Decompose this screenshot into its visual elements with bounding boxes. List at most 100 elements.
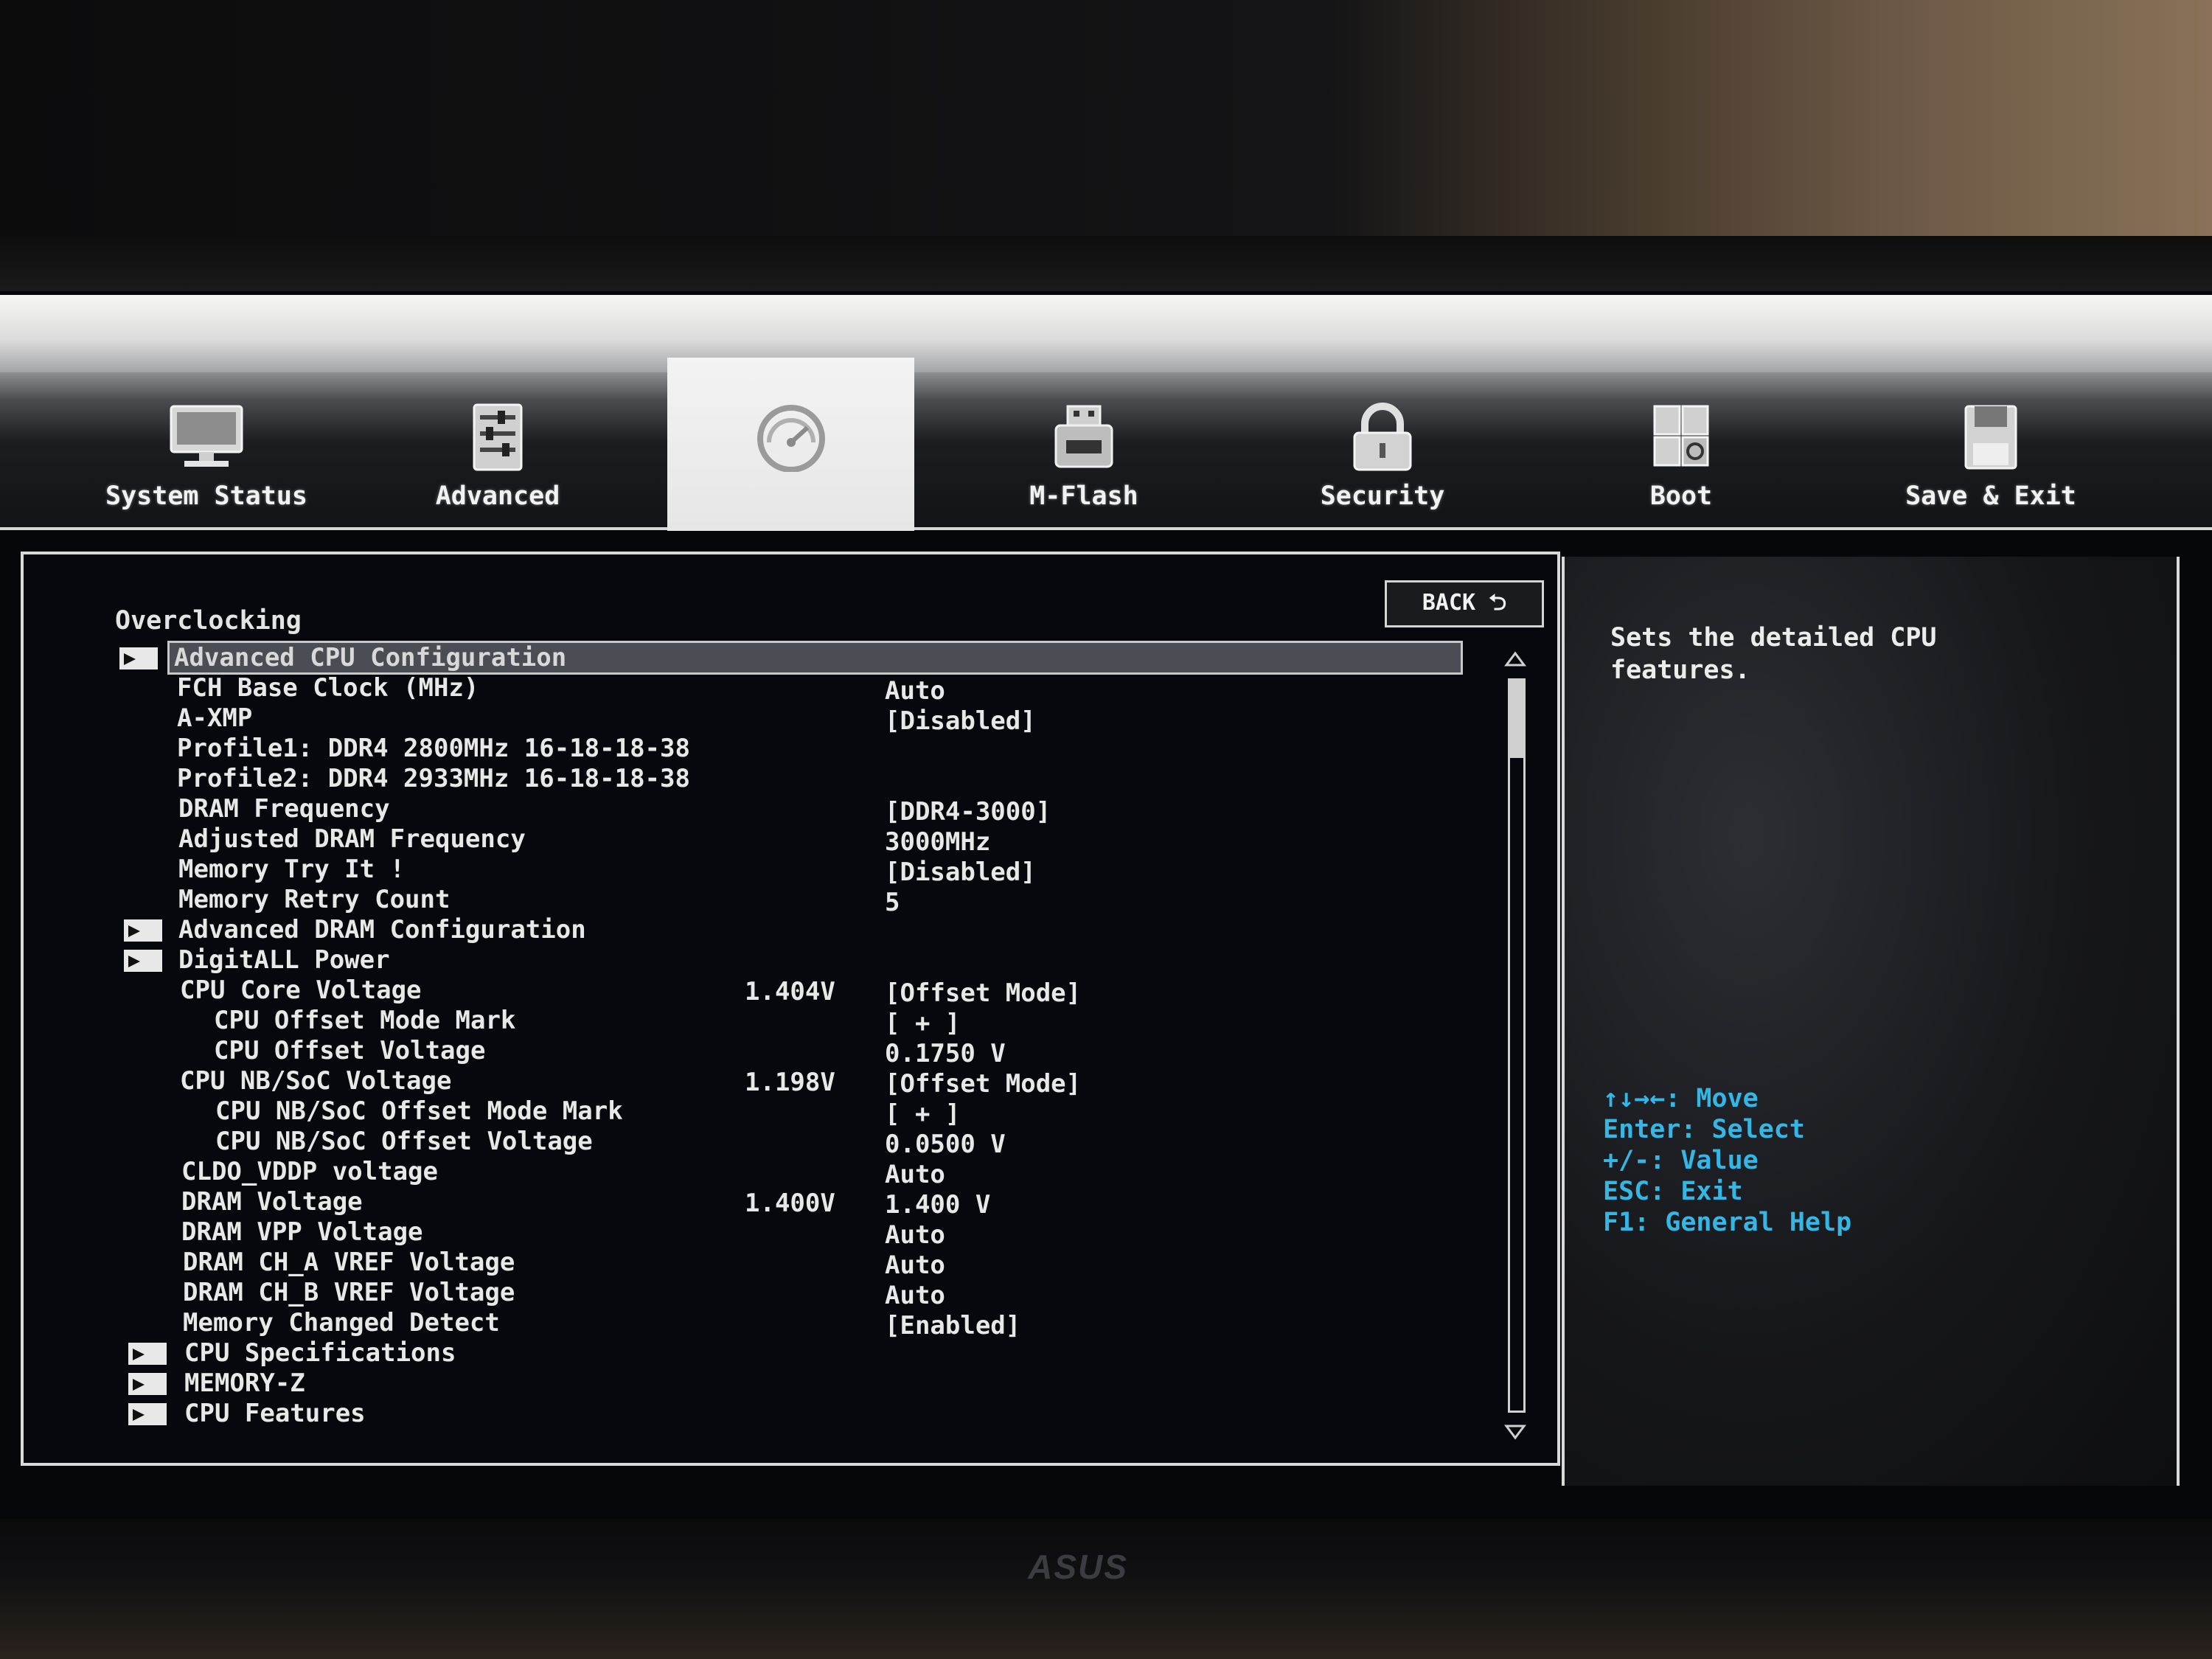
settings-row-cpu-features[interactable]: CPU Features — [24, 1399, 1491, 1428]
settings-row-memory-retry-count[interactable]: Memory Retry Count 5 — [24, 885, 1491, 917]
scroll-down-arrow-icon[interactable] — [1504, 1423, 1526, 1442]
setting-name: CPU Core Voltage — [180, 975, 422, 1005]
setting-name: CPU NB/SoC Offset Mode Mark — [215, 1096, 623, 1126]
tab-m-flash[interactable]: M-Flash — [988, 372, 1180, 527]
setting-name: FCH Base Clock (MHz) — [177, 673, 479, 703]
setting-name: DRAM CH_A VREF Voltage — [183, 1248, 515, 1277]
background-wall — [0, 0, 2212, 243]
lock-icon — [1353, 403, 1412, 471]
settings-row-fch-base-clock[interactable]: FCH Base Clock (MHz) Auto — [24, 673, 1491, 706]
setting-name: CPU NB/SoC Offset Voltage — [215, 1127, 593, 1156]
settings-row-memory-changed-detect[interactable]: Memory Changed Detect [Enabled] — [24, 1308, 1491, 1340]
settings-row-cpu-nb-soc-offset-mode-mark[interactable]: CPU NB/SoC Offset Mode Mark [ + ] — [24, 1096, 1491, 1129]
setting-value: [Offset Mode] — [885, 1069, 1082, 1099]
setting-value: [Enabled] — [885, 1311, 1021, 1340]
settings-row-cpu-offset-mode-mark[interactable]: CPU Offset Mode Mark [ + ] — [24, 1006, 1491, 1038]
settings-row-memory-try-it[interactable]: Memory Try It ! [Disabled] — [24, 855, 1491, 887]
setting-value: [ + ] — [885, 1099, 961, 1129]
floppy-icon — [1964, 405, 2017, 470]
setting-value: Auto — [885, 1251, 945, 1280]
setting-name: CPU NB/SoC Voltage — [180, 1066, 452, 1096]
tab-save-exit[interactable]: Save & Exit — [1873, 372, 2109, 527]
setting-name: CPU Specifications — [184, 1338, 456, 1368]
monitor-icon — [170, 405, 243, 467]
setting-value: [Disabled] — [885, 706, 1036, 736]
setting-name: DRAM VPP Voltage — [181, 1217, 423, 1247]
setting-name: Memory Changed Detect — [183, 1308, 500, 1338]
setting-value: Auto — [885, 676, 945, 706]
setting-name: DRAM Voltage — [181, 1187, 363, 1217]
monitor-bezel-top — [0, 236, 2212, 295]
help-description: Sets the detailed CPU features. — [1610, 623, 1937, 685]
setting-name: DRAM CH_B VREF Voltage — [183, 1278, 515, 1307]
submenu-folder-icon — [124, 919, 162, 942]
key-help-move: ↑↓→←: Move — [1603, 1084, 1759, 1113]
submenu-folder-icon — [128, 1373, 167, 1395]
tab-overclocking[interactable] — [667, 358, 914, 531]
key-help-general-help: F1: General Help — [1603, 1208, 1852, 1237]
setting-reading: 1.404V — [745, 977, 835, 1006]
setting-name: Memory Try It ! — [178, 855, 406, 884]
setting-value: [ + ] — [885, 1009, 961, 1038]
settings-panel: Overclocking BACK ⮌ Advanced CPU Configu… — [21, 552, 1560, 1466]
settings-row-cpu-specifications[interactable]: CPU Specifications — [24, 1338, 1491, 1368]
bios-nav-tabs: System Status Advanced M-Flash Security … — [0, 358, 2212, 531]
setting-name: DigitALL Power — [178, 945, 390, 975]
settings-row-cpu-nb-soc-offset-voltage[interactable]: CPU NB/SoC Offset Voltage 0.0500 V — [24, 1127, 1491, 1159]
tab-advanced[interactable]: Advanced — [391, 372, 605, 527]
settings-row-dram-voltage[interactable]: DRAM Voltage 1.400V 1.400 V — [24, 1187, 1491, 1220]
page-title: Overclocking — [115, 606, 302, 636]
submenu-folder-icon — [128, 1403, 167, 1425]
scrollbar-track[interactable] — [1508, 678, 1526, 1413]
setting-value: Auto — [885, 1281, 945, 1310]
settings-row-profile2: Profile2: DDR4 2933MHz 16-18-18-38 — [24, 764, 1491, 793]
setting-name: A-XMP — [177, 703, 253, 733]
setting-value: [DDR4-3000] — [885, 797, 1051, 827]
setting-name: DRAM Frequency — [178, 794, 390, 824]
tab-security[interactable]: Security — [1283, 372, 1482, 527]
settings-row-cpu-core-voltage[interactable]: CPU Core Voltage 1.404V [Offset Mode] — [24, 975, 1491, 1008]
key-help-value: +/-: Value — [1603, 1146, 1759, 1175]
setting-name: Profile1: DDR4 2800MHz 16-18-18-38 — [177, 734, 690, 763]
sliders-icon — [473, 403, 523, 471]
tab-boot[interactable]: Boot — [1600, 372, 1762, 527]
tab-label: System Status — [105, 481, 307, 511]
tab-system-status[interactable]: System Status — [81, 372, 332, 527]
setting-value: [Disabled] — [885, 858, 1036, 887]
key-help-exit: ESC: Exit — [1603, 1177, 1743, 1206]
scrollbar-thumb[interactable] — [1510, 681, 1523, 758]
tab-label: Save & Exit — [1905, 481, 2076, 511]
settings-row-advanced-dram-configuration[interactable]: Advanced DRAM Configuration — [24, 915, 1491, 945]
back-button[interactable]: BACK ⮌ — [1385, 580, 1544, 627]
settings-row-memory-z[interactable]: MEMORY-Z — [24, 1368, 1491, 1398]
setting-name: CPU Offset Mode Mark — [214, 1006, 516, 1035]
setting-name: MEMORY-Z — [184, 1368, 305, 1398]
bios-header-bar — [0, 295, 2212, 376]
scroll-up-arrow-icon[interactable] — [1504, 649, 1526, 668]
setting-value: 0.0500 V — [885, 1130, 1006, 1159]
settings-row-digitall-power[interactable]: DigitALL Power — [24, 945, 1491, 975]
settings-scrollbar[interactable] — [1504, 649, 1526, 1445]
tab-label: Advanced — [435, 481, 560, 511]
settings-row-a-xmp[interactable]: A-XMP [Disabled] — [24, 703, 1491, 736]
usb-bios-icon — [1054, 405, 1113, 468]
settings-row-profile1: Profile1: DDR4 2800MHz 16-18-18-38 — [24, 734, 1491, 763]
setting-name: Profile2: DDR4 2933MHz 16-18-18-38 — [177, 764, 690, 793]
setting-reading: 1.198V — [745, 1068, 835, 1097]
setting-value: 5 — [885, 888, 900, 917]
settings-row-dram-frequency[interactable]: DRAM Frequency [DDR4-3000] — [24, 794, 1491, 827]
settings-row-dram-vpp-voltage[interactable]: DRAM VPP Voltage Auto — [24, 1217, 1491, 1250]
settings-row-cpu-nb-soc-voltage[interactable]: CPU NB/SoC Voltage 1.198V [Offset Mode] — [24, 1066, 1491, 1099]
settings-row-cldo-vddp-voltage[interactable]: CLDO_VDDP voltage Auto — [24, 1157, 1491, 1189]
setting-value: Auto — [885, 1160, 945, 1189]
settings-row-advanced-cpu-configuration[interactable]: Advanced CPU Configuration — [24, 641, 1491, 675]
boot-grid-icon — [1653, 405, 1709, 467]
setting-value: 1.400 V — [885, 1190, 991, 1220]
settings-row-cpu-offset-voltage[interactable]: CPU Offset Voltage 0.1750 V — [24, 1036, 1491, 1068]
settings-row-adjusted-dram-frequency: Adjusted DRAM Frequency 3000MHz — [24, 824, 1491, 857]
settings-row-dram-ch-b-vref-voltage[interactable]: DRAM CH_B VREF Voltage Auto — [24, 1278, 1491, 1310]
help-panel: Sets the detailed CPU features. ↑↓→←: Mo… — [1562, 557, 2180, 1486]
settings-row-dram-ch-a-vref-voltage[interactable]: DRAM CH_A VREF Voltage Auto — [24, 1248, 1491, 1280]
submenu-folder-icon — [128, 1343, 167, 1365]
gauge-icon — [757, 405, 825, 472]
